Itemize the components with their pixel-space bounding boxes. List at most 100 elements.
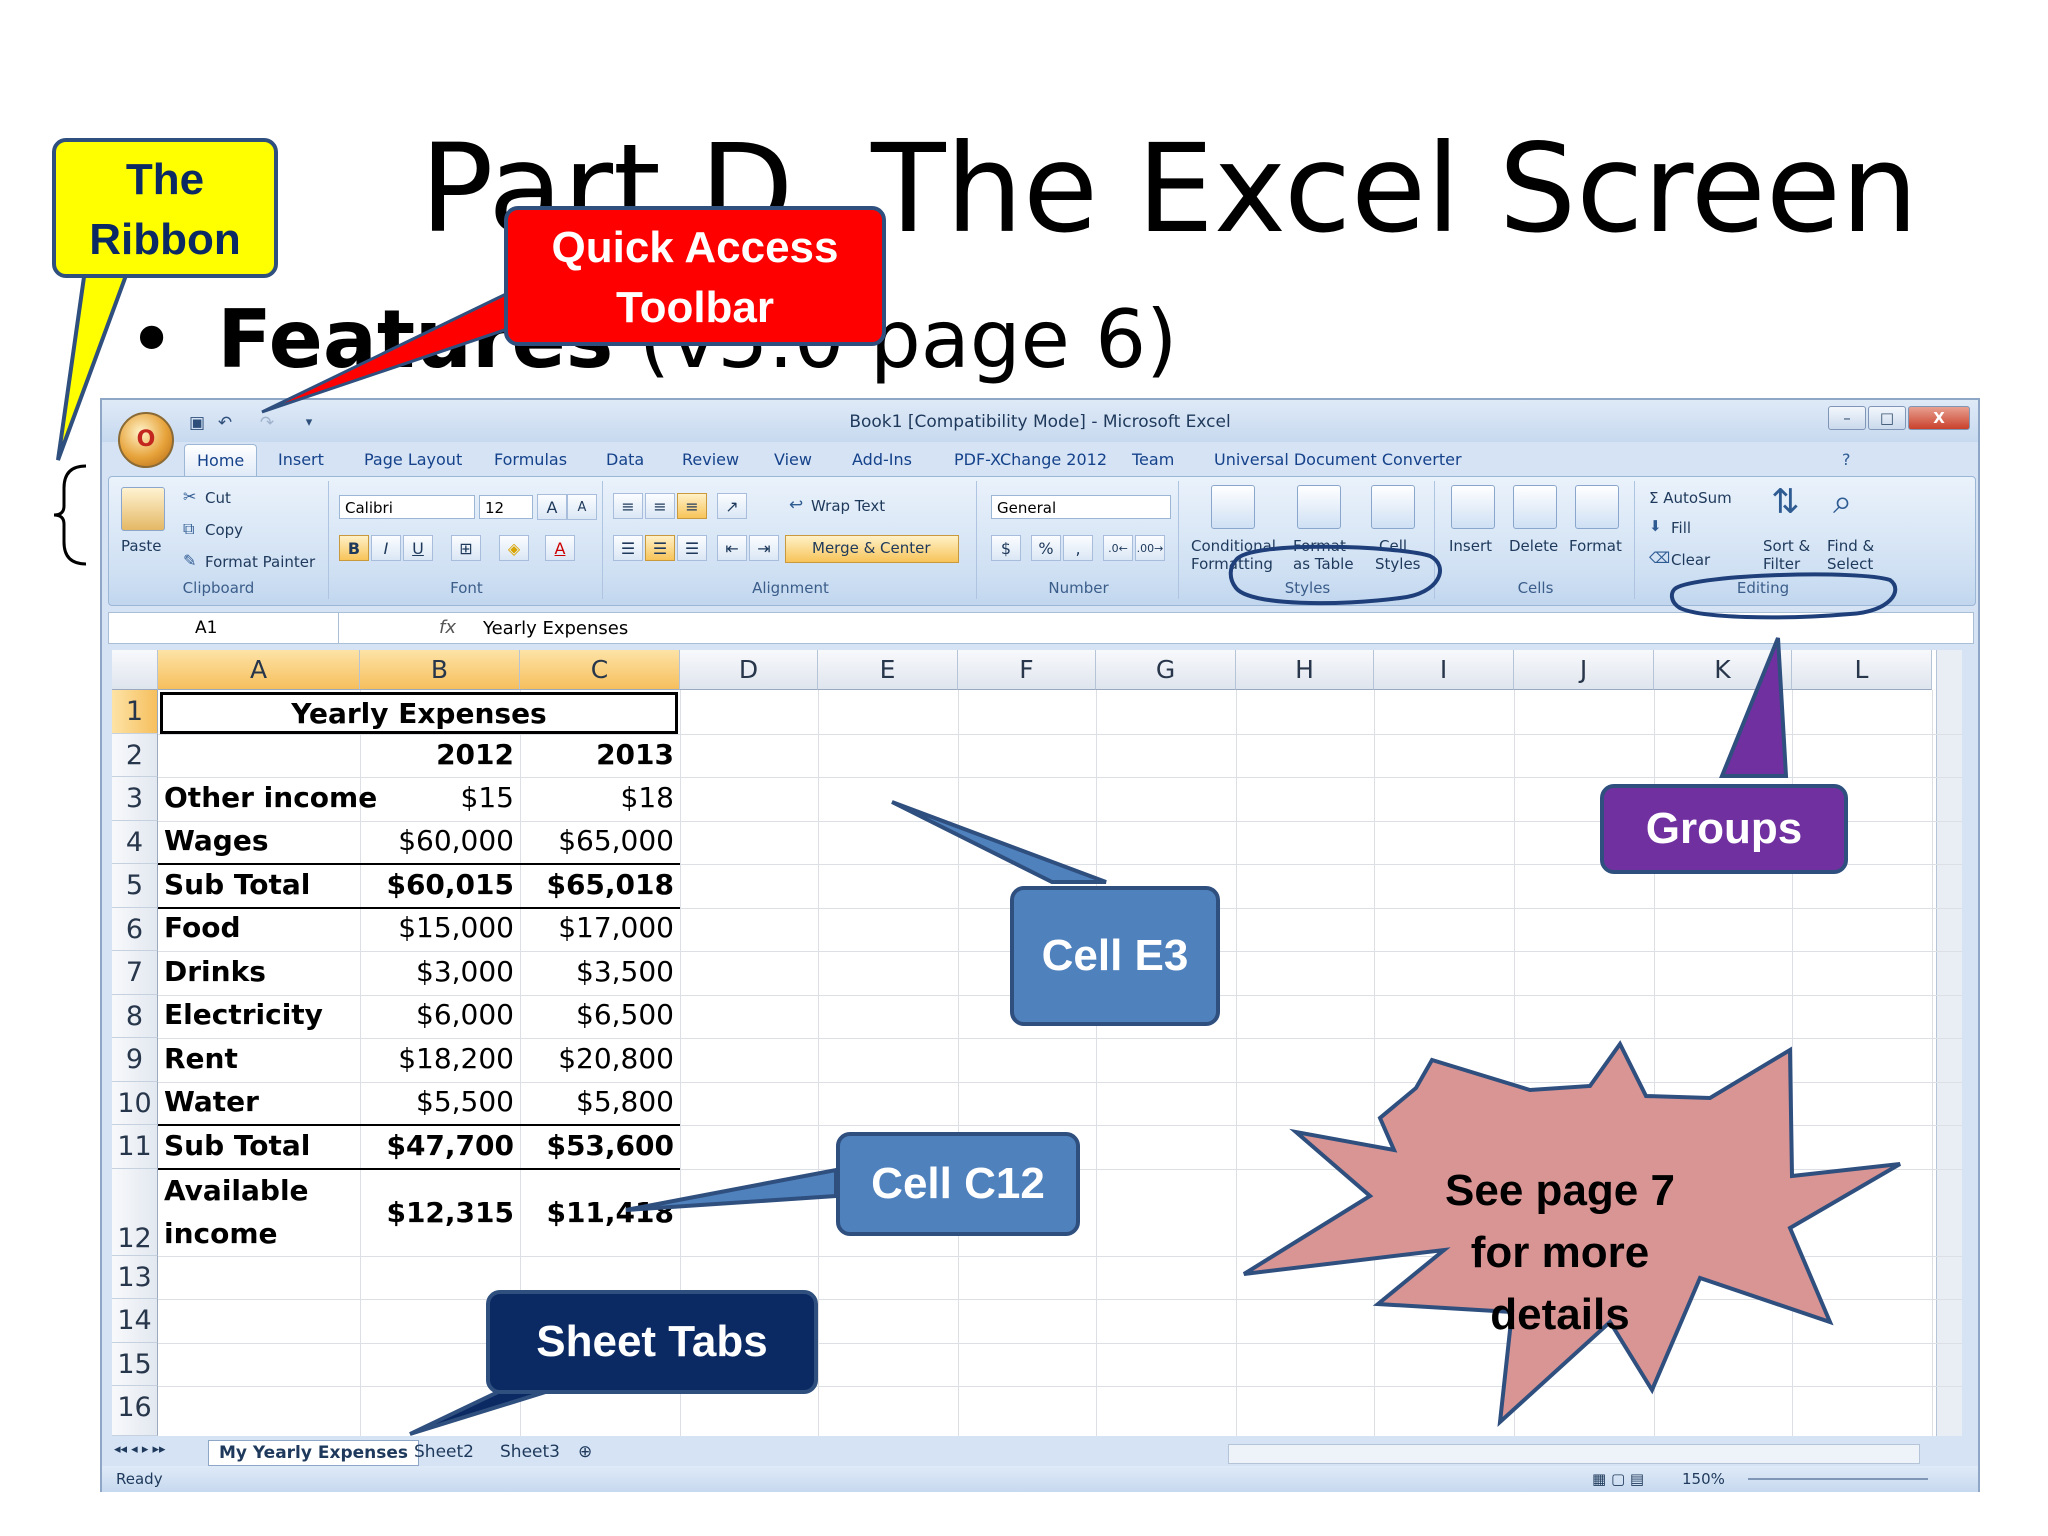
selected-cell-a1[interactable]: Yearly Expenses (160, 692, 678, 734)
tab-universal-converter[interactable]: Universal Document Converter (1214, 450, 1462, 469)
tab-pdf-xchange[interactable]: PDF-XChange 2012 (954, 450, 1107, 469)
available-value-2012[interactable]: $12,315 (360, 1196, 520, 1229)
autosum-button[interactable]: Σ AutoSum (1649, 489, 1732, 507)
row-label[interactable]: Other income (164, 781, 377, 814)
cut-button[interactable]: Cut (205, 489, 231, 507)
find-select-icon[interactable]: ⌕ (1833, 485, 1852, 519)
fill-icon[interactable]: ⬇ (1649, 519, 1662, 534)
value-2013[interactable]: $20,800 (520, 1042, 680, 1075)
bold-button[interactable]: B (339, 535, 369, 561)
column-header[interactable]: B (360, 650, 520, 690)
value-2013[interactable]: $65,000 (520, 824, 680, 857)
value-2012[interactable]: $15 (360, 781, 520, 814)
save-icon[interactable]: ▣ (186, 412, 208, 434)
tab-insert[interactable]: Insert (278, 450, 324, 469)
restore-button[interactable]: □ (1868, 406, 1906, 430)
value-2013[interactable]: $53,600 (520, 1129, 680, 1162)
percent-button[interactable]: % (1031, 535, 1061, 561)
row-label[interactable]: Sub Total (164, 868, 310, 901)
row-header[interactable]: 1 (112, 690, 158, 734)
year-2012-header[interactable]: 2012 (360, 738, 520, 771)
align-center-icon[interactable]: ☰ (645, 535, 675, 561)
row-label[interactable]: Drinks (164, 955, 266, 988)
insert-cells-icon[interactable] (1451, 485, 1495, 529)
row-header[interactable]: 5 (112, 864, 158, 908)
view-buttons-icon[interactable]: ▦ ▢ ▤ (1592, 1470, 1644, 1488)
tab-formulas[interactable]: Formulas (494, 450, 567, 469)
value-2012[interactable]: $60,015 (360, 868, 520, 901)
font-color-icon[interactable]: A (545, 535, 575, 561)
format-as-table-icon[interactable] (1297, 485, 1341, 529)
paste-icon[interactable] (121, 487, 165, 531)
underline-button[interactable]: U (403, 535, 433, 561)
row-header[interactable]: 9 (112, 1038, 158, 1082)
format-painter-icon[interactable]: ✎ (183, 553, 196, 569)
row-header[interactable]: 2 (112, 734, 158, 777)
column-header[interactable]: G (1096, 650, 1236, 690)
help-icon[interactable]: ? (1842, 450, 1851, 469)
row-label[interactable]: Water (164, 1085, 259, 1118)
insert-sheet-icon[interactable]: ⊕ (578, 1442, 592, 1462)
minimize-button[interactable]: – (1828, 406, 1866, 430)
row-header[interactable]: 15 (112, 1343, 158, 1386)
year-2013-header[interactable]: 2013 (520, 738, 680, 771)
fill-color-icon[interactable]: ◈ (499, 535, 529, 561)
available-income-label-1[interactable]: Available (164, 1174, 309, 1207)
value-2013[interactable]: $3,500 (520, 955, 680, 988)
row-header[interactable]: 16 (112, 1386, 158, 1436)
column-header[interactable]: H (1236, 650, 1374, 690)
sheet-tab-active[interactable]: My Yearly Expenses (208, 1440, 420, 1466)
cell-styles-button[interactable]: Cell (1379, 537, 1407, 555)
value-2012[interactable]: $15,000 (360, 911, 520, 944)
redo-icon[interactable]: ↷ (256, 412, 278, 434)
column-header[interactable]: I (1374, 650, 1514, 690)
delete-cells-icon[interactable] (1513, 485, 1557, 529)
name-box[interactable]: A1 (109, 613, 339, 643)
select-all-corner[interactable] (112, 650, 158, 690)
copy-button[interactable]: Copy (205, 521, 243, 539)
row-header[interactable]: 3 (112, 777, 158, 821)
tab-home[interactable]: Home (184, 444, 258, 476)
formula-input[interactable]: Yearly Expenses (483, 618, 628, 639)
value-2013[interactable]: $6,500 (520, 998, 680, 1031)
conditional-formatting-button[interactable]: Conditional (1191, 537, 1276, 555)
row-label[interactable]: Electricity (164, 998, 323, 1031)
row-header[interactable]: 14 (112, 1299, 158, 1343)
align-middle-icon[interactable]: ≡ (645, 493, 675, 519)
tab-data[interactable]: Data (606, 450, 644, 469)
align-left-icon[interactable]: ☰ (613, 535, 643, 561)
borders-icon[interactable]: ⊞ (451, 535, 481, 561)
row-label[interactable]: Food (164, 911, 241, 944)
fx-icon[interactable]: fx (439, 617, 456, 638)
paste-button[interactable]: Paste (121, 537, 162, 555)
row-header[interactable]: 11 (112, 1125, 158, 1169)
row-header[interactable]: 7 (112, 951, 158, 995)
value-2013[interactable]: $65,018 (520, 868, 680, 901)
available-value-2013[interactable]: $11,418 (520, 1196, 680, 1229)
font-name-select[interactable]: Calibri (339, 495, 475, 519)
find-select-button[interactable]: Find & (1827, 537, 1874, 555)
decrease-indent-icon[interactable]: ⇤ (717, 535, 747, 561)
cell-styles-icon[interactable] (1371, 485, 1415, 529)
value-2012[interactable]: $18,200 (360, 1042, 520, 1075)
italic-button[interactable]: I (371, 535, 401, 561)
row-header[interactable]: 10 (112, 1082, 158, 1125)
clear-button[interactable]: Clear (1671, 551, 1710, 569)
zoom-level[interactable]: 150% (1682, 1470, 1725, 1488)
wrap-text-icon[interactable]: ↩ (789, 497, 803, 514)
row-header[interactable]: 6 (112, 908, 158, 951)
vertical-scrollbar[interactable] (1936, 650, 1962, 1436)
value-2012[interactable]: $60,000 (360, 824, 520, 857)
row-header[interactable]: 8 (112, 995, 158, 1038)
wrap-text-button[interactable]: Wrap Text (811, 497, 885, 515)
insert-button[interactable]: Insert (1449, 537, 1492, 555)
comma-button[interactable]: , (1063, 535, 1093, 561)
tab-team[interactable]: Team (1132, 450, 1174, 469)
row-header[interactable]: 13 (112, 1256, 158, 1299)
value-2013[interactable]: $17,000 (520, 911, 680, 944)
row-label[interactable]: Wages (164, 824, 268, 857)
align-top-icon[interactable]: ≡ (613, 493, 643, 519)
currency-button[interactable]: $ (991, 535, 1021, 561)
value-2012[interactable]: $6,000 (360, 998, 520, 1031)
row-label[interactable]: Rent (164, 1042, 238, 1075)
